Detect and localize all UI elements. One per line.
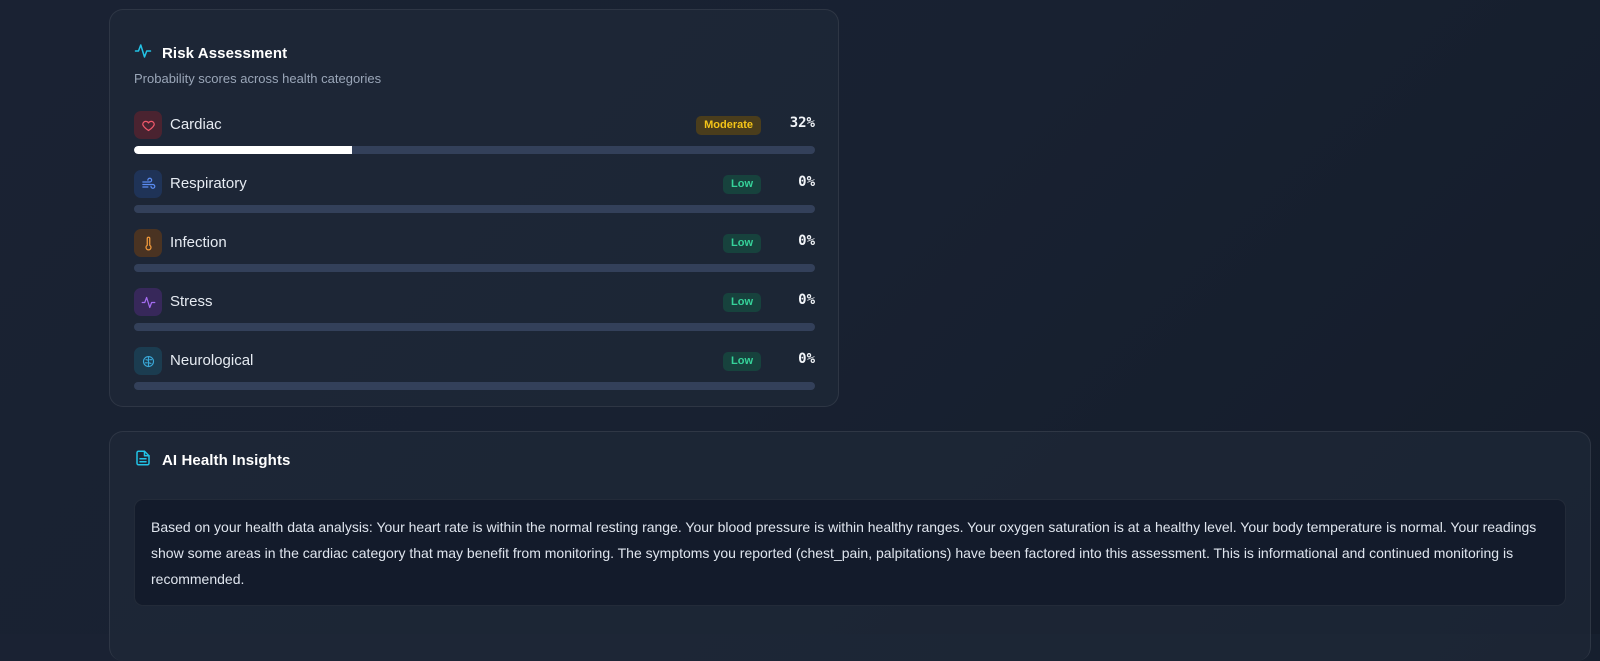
risk-row-cardiac: Cardiac Moderate 32% (134, 111, 815, 170)
risk-label: Neurological (170, 352, 254, 369)
risk-row-neurological: Neurological Low 0% (134, 347, 815, 406)
risk-progress-track (134, 323, 815, 331)
risk-level-badge: Moderate (696, 116, 761, 135)
risk-label: Respiratory (170, 175, 247, 192)
risk-list: Cardiac Moderate 32% Respiratory Low 0% … (134, 111, 815, 406)
risk-progress-track (134, 146, 815, 154)
risk-assessment-header: Risk Assessment (134, 42, 287, 65)
risk-assessment-card: Risk Assessment Probability scores acros… (109, 9, 839, 407)
risk-label: Infection (170, 234, 227, 251)
thermometer-icon (134, 229, 162, 257)
risk-progress-fill (134, 146, 352, 154)
risk-progress-track (134, 382, 815, 390)
wind-icon (134, 170, 162, 198)
risk-assessment-subtitle: Probability scores across health categor… (134, 71, 382, 86)
risk-percent: 32% (789, 115, 815, 131)
risk-percent: 0% (798, 174, 815, 190)
risk-progress-track (134, 264, 815, 272)
risk-row-stress: Stress Low 0% (134, 288, 815, 347)
heart-icon (134, 111, 162, 139)
risk-assessment-title: Risk Assessment (162, 45, 288, 62)
activity-icon (134, 42, 152, 65)
risk-percent: 0% (798, 351, 815, 367)
risk-percent: 0% (798, 233, 815, 249)
risk-level-badge: Low (723, 293, 761, 312)
risk-progress-track (134, 205, 815, 213)
activity-icon (134, 288, 162, 316)
risk-label: Stress (170, 293, 213, 310)
risk-row-respiratory: Respiratory Low 0% (134, 170, 815, 229)
risk-row-infection: Infection Low 0% (134, 229, 815, 288)
brain-icon (134, 347, 162, 375)
risk-level-badge: Low (723, 175, 761, 194)
risk-percent: 0% (798, 292, 815, 308)
ai-insights-header: AI Health Insights (134, 449, 290, 472)
risk-level-badge: Low (723, 234, 761, 253)
risk-label: Cardiac (170, 116, 222, 133)
ai-insights-title: AI Health Insights (162, 452, 291, 469)
ai-insights-text: Based on your health data analysis: Your… (134, 499, 1566, 606)
document-icon (134, 449, 152, 472)
ai-insights-card: AI Health Insights Based on your health … (109, 431, 1591, 661)
risk-level-badge: Low (723, 352, 761, 371)
